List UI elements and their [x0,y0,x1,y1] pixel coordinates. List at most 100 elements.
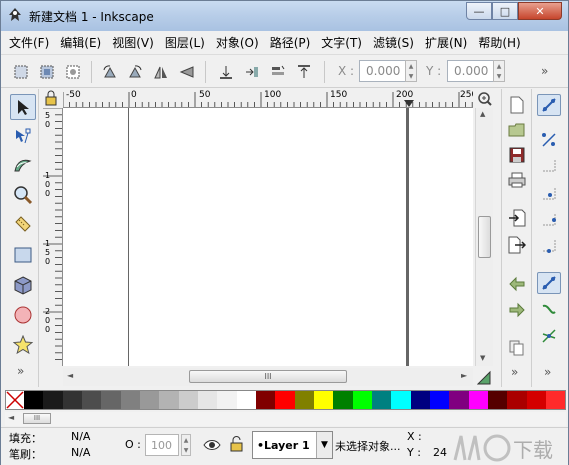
snap-more-chevron[interactable]: » [544,365,551,379]
snap-path-icon[interactable] [537,299,561,321]
opacity-input[interactable]: 100 [145,434,179,456]
raise-icon[interactable] [242,62,262,82]
import-icon[interactable] [505,207,529,229]
scroll-down-arrow[interactable]: ▼ [480,354,485,362]
vertical-scrollbar[interactable]: ▲ ▼ [475,108,493,366]
toolbar-more-chevron[interactable]: » [541,64,548,78]
snap-bbox-corner-icon[interactable] [537,183,561,205]
color-manage-icon[interactable] [476,369,491,385]
menu-layer[interactable]: 图层(L) [165,34,205,51]
vertical-ruler[interactable]: 50 100 150 200 [41,108,63,366]
fill-value[interactable]: N/A [71,430,90,443]
scroll-right-arrow[interactable]: ► [461,371,467,380]
print-icon[interactable] [505,169,529,191]
color-swatch[interactable] [197,391,218,409]
scroll-left-arrow[interactable]: ◄ [67,371,73,380]
eye-icon[interactable] [203,436,221,454]
menu-file[interactable]: 文件(F) [9,34,49,51]
color-swatch[interactable] [487,391,508,409]
commands-more-chevron[interactable]: » [511,365,518,379]
deselect-icon[interactable] [63,62,83,82]
copy-icon[interactable] [505,337,529,359]
menu-text[interactable]: 文字(T) [321,34,362,51]
color-swatch[interactable] [526,391,546,409]
color-swatch[interactable] [101,391,121,409]
tweak-icon[interactable] [10,152,36,178]
color-swatch[interactable] [62,391,82,409]
no-color-swatch[interactable] [6,391,24,409]
color-swatch[interactable] [255,391,276,409]
zoom-corner-icon[interactable] [475,90,495,108]
raise-to-top-icon[interactable] [216,62,236,82]
node-editor-icon[interactable] [10,124,36,150]
rotate-ccw-icon[interactable] [100,62,120,82]
color-swatch[interactable] [159,391,179,409]
menu-path[interactable]: 路径(P) [270,34,311,51]
color-swatch[interactable] [410,391,430,409]
color-swatch[interactable] [236,391,256,409]
snap-bbox-center-icon[interactable] [537,235,561,257]
x-spinner[interactable]: ▲ ▼ [405,60,417,82]
palette-scroll-left-arrow[interactable]: ◄ [8,413,14,422]
palette-scrollbar[interactable]: ◄ III [5,412,566,426]
color-swatch[interactable] [178,391,198,409]
flip-vertical-icon[interactable] [177,62,197,82]
snap-intersection-icon[interactable] [537,325,561,347]
menu-edit[interactable]: 编辑(E) [60,34,101,51]
star-icon[interactable] [10,332,36,358]
scroll-up-arrow[interactable]: ▲ [480,110,485,118]
selector-icon[interactable] [10,94,36,120]
close-button[interactable]: ✕ [518,2,562,20]
snap-toggle-icon[interactable] [537,94,561,116]
drawing-canvas[interactable] [63,108,473,366]
toolbox-more-chevron[interactable]: » [17,364,24,378]
color-swatch[interactable] [333,391,353,409]
y-spinner[interactable]: ▲ ▼ [493,60,505,82]
color-swatch[interactable] [352,391,372,409]
color-swatch[interactable] [391,391,411,409]
color-swatch[interactable] [371,391,392,409]
rectangle-icon[interactable] [10,242,36,268]
ruler-lock-corner[interactable] [41,90,63,108]
snap-bbox-edge-icon[interactable] [537,155,561,177]
chevron-down-icon[interactable]: ▼ [316,432,332,458]
rotate-cw-icon[interactable] [125,62,145,82]
color-swatch[interactable] [449,391,469,409]
menu-filters[interactable]: 滤镜(S) [373,34,414,51]
menu-object[interactable]: 对象(O) [216,34,259,51]
select-all-icon[interactable] [11,62,31,82]
color-swatch[interactable] [139,391,160,409]
measure-icon[interactable] [10,212,36,238]
color-swatch[interactable] [43,391,63,409]
save-icon[interactable] [505,144,529,166]
zoom-icon[interactable] [10,182,36,208]
color-swatch[interactable] [294,391,314,409]
color-swatch[interactable] [313,391,334,409]
opacity-spinner[interactable]: ▲ ▼ [181,434,191,456]
minimize-button[interactable]: — [466,2,492,20]
snap-nodes-icon[interactable] [537,272,561,294]
horizontal-scrollbar[interactable]: ◄ III ► [63,368,473,386]
lower-to-bottom-icon[interactable] [294,62,314,82]
menu-extensions[interactable]: 扩展(N) [425,34,467,51]
redo-icon[interactable] [505,299,529,321]
lower-icon[interactable] [268,62,288,82]
title-bar[interactable]: 新建文档 1 - Inkscape — □ ✕ [1,1,568,31]
color-swatch[interactable] [275,391,295,409]
menu-help[interactable]: 帮助(H) [478,34,520,51]
snap-bbox-midpoint-icon[interactable] [537,209,561,231]
color-swatch[interactable] [507,391,527,409]
palette-scroll-thumb[interactable]: III [23,413,51,424]
color-swatch[interactable] [217,391,237,409]
vertical-scroll-thumb[interactable] [478,216,491,258]
maximize-button[interactable]: □ [492,2,518,20]
stroke-value[interactable]: N/A [71,446,90,459]
horizontal-scroll-thumb[interactable]: III [189,370,347,383]
color-swatch[interactable] [81,391,102,409]
select-all-layers-icon[interactable] [37,62,57,82]
menu-view[interactable]: 视图(V) [112,34,154,51]
color-swatch[interactable] [429,391,450,409]
open-icon[interactable] [505,119,529,141]
color-swatch[interactable] [24,391,44,409]
3d-box-icon[interactable] [10,272,36,298]
